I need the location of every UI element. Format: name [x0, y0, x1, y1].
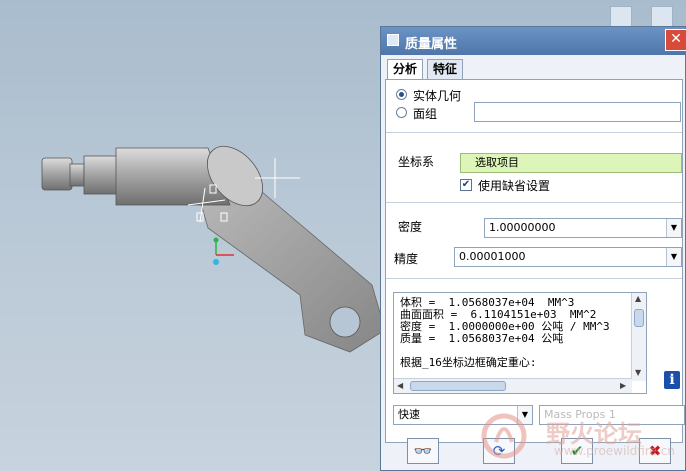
repeat-button[interactable]: ⟳ — [483, 438, 515, 464]
result-line: 根据_16坐标边框确定重心: — [400, 356, 537, 369]
horizontal-scroll-thumb[interactable] — [410, 381, 506, 391]
shaft-neck — [69, 163, 85, 187]
use-default-label: 使用缺省设置 — [478, 179, 551, 193]
mode-dropdown[interactable]: 快速 ▼ — [393, 405, 533, 425]
density-value: 1.00000000 — [489, 221, 556, 234]
chevron-down-icon[interactable]: ▼ — [666, 219, 681, 237]
shaft-collar — [83, 155, 119, 195]
radio-quilt[interactable] — [396, 107, 407, 118]
lever-hole — [329, 306, 361, 338]
axis-origin-dot — [213, 259, 219, 265]
tab-feature[interactable]: 特征 — [427, 59, 464, 79]
cancel-x-icon: ✖ — [648, 442, 662, 460]
tab-analysis[interactable]: 分析 — [387, 59, 424, 81]
radio-solid-geometry[interactable] — [396, 89, 407, 100]
ok-button[interactable]: ✔ — [561, 438, 593, 464]
close-button[interactable]: ✕ — [665, 29, 686, 51]
vertical-scroll-thumb[interactable] — [634, 309, 644, 327]
chevron-down-icon[interactable]: ▼ — [666, 248, 681, 266]
checkmark-icon: ✔ — [570, 442, 584, 460]
density-label: 密度 — [398, 220, 423, 234]
dialog-app-icon — [387, 34, 399, 46]
refresh-icon: ⟳ — [492, 442, 506, 460]
separator — [386, 278, 682, 279]
scroll-down-icon[interactable]: ▼ — [635, 368, 641, 377]
chevron-down-icon[interactable]: ▼ — [517, 406, 532, 424]
info-icon[interactable]: i — [664, 371, 680, 389]
precision-value: 0.00001000 — [459, 250, 526, 263]
use-default-checkbox[interactable]: ✔ — [460, 179, 472, 191]
radio-quilt-label: 面组 — [413, 107, 438, 121]
results-text-area[interactable]: 体积 = 1.0568037e+04 MM^3 曲面面积 = 6.1104151… — [393, 292, 647, 394]
separator — [386, 202, 682, 203]
cancel-button[interactable]: ✖ — [639, 438, 671, 464]
toolbar-view-icon[interactable] — [610, 6, 632, 28]
mass-properties-dialog: 质量属性 ✕ 分析 特征 实体几何 面组 坐标系 选取项目 ✔ 使用缺省设置 密… — [380, 26, 686, 471]
precision-input[interactable]: 0.00001000 ▼ — [454, 247, 682, 267]
coord-system-label: 坐标系 — [398, 155, 435, 169]
quilt-select-field[interactable] — [474, 102, 681, 122]
scroll-left-icon[interactable]: ◀ — [397, 381, 403, 390]
scroll-right-icon[interactable]: ▶ — [620, 381, 626, 390]
radio-solid-geometry-label: 实体几何 — [413, 89, 462, 103]
density-input[interactable]: 1.00000000 ▼ — [484, 218, 682, 238]
preview-button[interactable]: 👓 — [407, 438, 439, 464]
shaft-end — [41, 157, 73, 191]
result-line: 质量 = 1.0568037e+04 公吨 — [400, 332, 564, 345]
toolbar-orient-icon[interactable] — [651, 6, 673, 28]
dialog-title: 质量属性 — [405, 37, 458, 52]
vertical-scrollbar[interactable]: ▲ ▼ — [631, 293, 646, 381]
horizontal-scrollbar[interactable]: ◀ ▶ — [394, 378, 632, 393]
separator — [386, 132, 682, 133]
glasses-icon: 👓 — [413, 442, 433, 460]
scroll-up-icon[interactable]: ▲ — [635, 294, 641, 303]
precision-label: 精度 — [394, 252, 419, 266]
dialog-titlebar[interactable]: 质量属性 ✕ — [381, 27, 686, 55]
coord-system-select-field[interactable]: 选取项目 — [460, 153, 682, 173]
axis-y-dot — [213, 237, 219, 243]
mode-value: 快速 — [398, 408, 420, 421]
analysis-name-input[interactable]: Mass Props 1 — [539, 405, 685, 425]
